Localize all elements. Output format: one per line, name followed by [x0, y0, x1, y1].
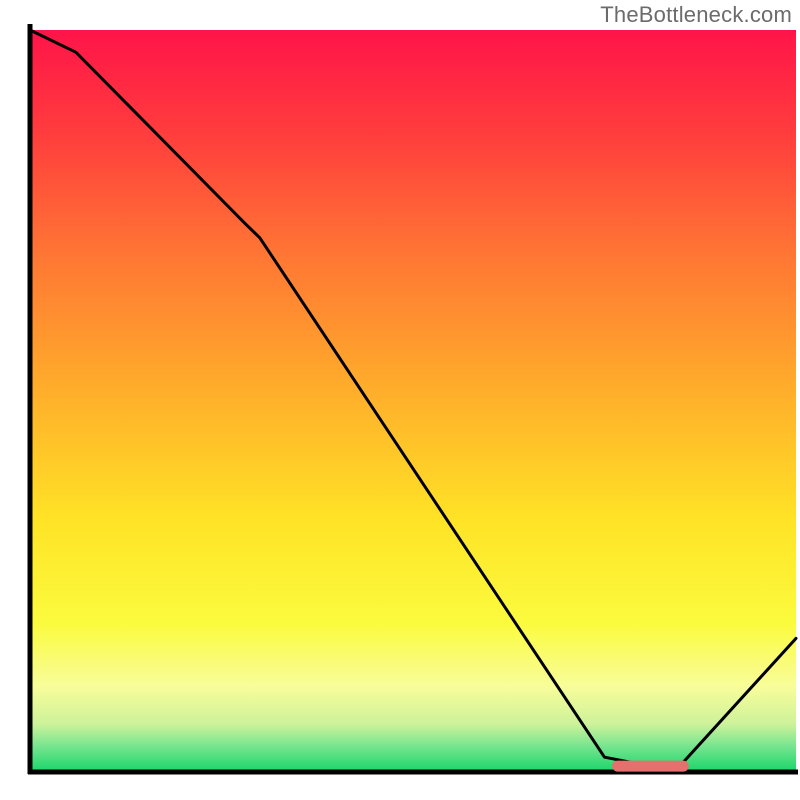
watermark-text: TheBottleneck.com: [600, 2, 792, 28]
optimal-range-marker: [612, 761, 689, 772]
plot-gradient-background: [30, 30, 796, 772]
chart-container: [0, 0, 800, 800]
bottleneck-chart: [0, 0, 800, 800]
